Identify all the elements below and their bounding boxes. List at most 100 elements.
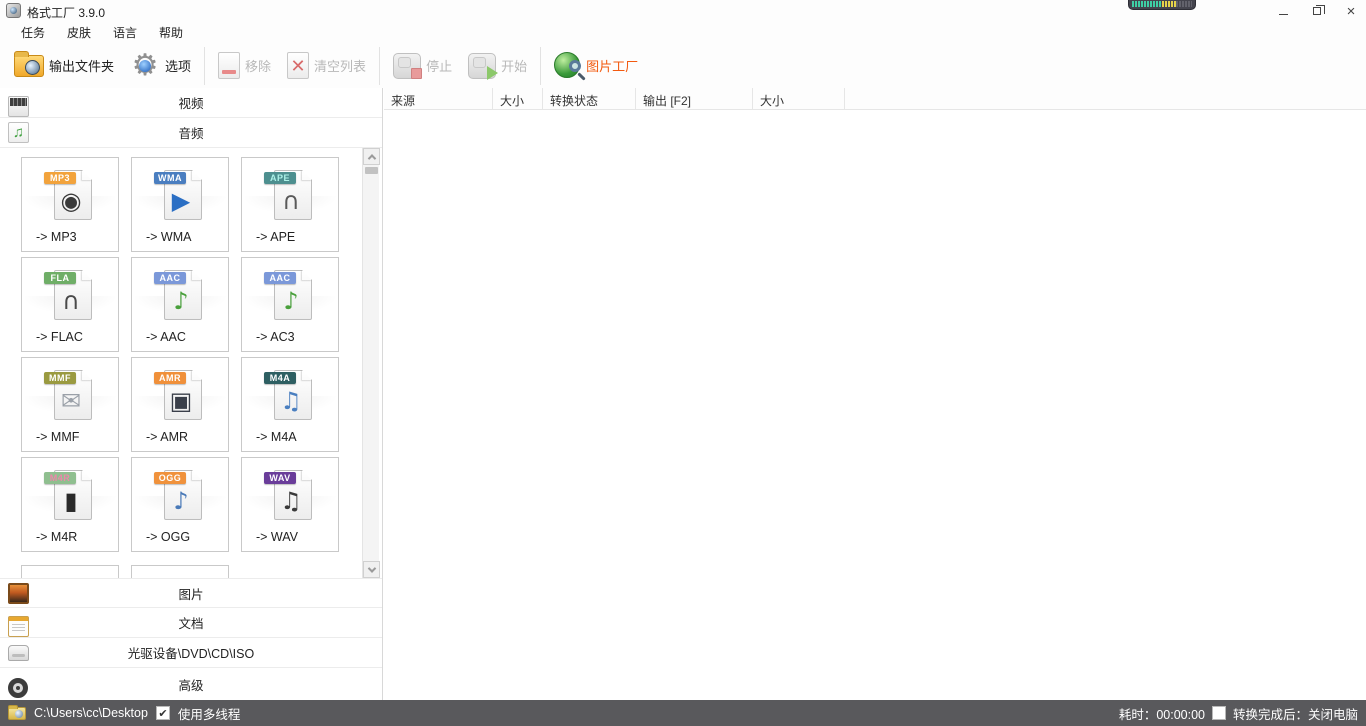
picture-factory-label: 图片工厂 — [586, 56, 638, 75]
task-list-header: 来源 大小 转换状态 输出 [F2] 大小 — [384, 88, 1366, 110]
format-card-m4a[interactable]: M4A ♫ -> M4A — [241, 357, 339, 452]
window-title: 格式工厂 3.9.0 — [27, 4, 105, 21]
section-video-label: 视频 — [0, 93, 382, 112]
format-grid-scrollbar[interactable] — [362, 148, 379, 578]
menu-bar: 任务 皮肤 语言 帮助 — [0, 22, 1366, 43]
menu-language[interactable]: 语言 — [102, 21, 148, 44]
clear-list-label: 清空列表 — [314, 56, 366, 75]
m4a-file-icon: M4A ♫ — [268, 368, 314, 424]
m4r-file-icon: M4R ▮ — [48, 468, 94, 524]
column-source[interactable]: 来源 — [384, 88, 493, 109]
options-button[interactable]: ⚙ 选项 — [122, 46, 199, 86]
title-bar: 格式工厂 3.9.0 × — [0, 0, 1366, 22]
picture-factory-button[interactable]: 图片工厂 — [546, 46, 646, 86]
remove-button: 移除 — [210, 46, 279, 86]
start-icon — [468, 53, 496, 79]
stop-icon — [393, 53, 421, 79]
format-card-partial[interactable] — [131, 565, 229, 578]
elapsed-time: 耗时：00:00:00 — [1119, 704, 1205, 723]
scroll-up-button[interactable] — [363, 148, 380, 165]
wma-file-icon: WMA ▶ — [158, 168, 204, 224]
format-card-ac3[interactable]: AAC ♪ -> AC3 — [241, 257, 339, 352]
remove-icon — [218, 52, 240, 79]
picture-factory-globe-icon — [554, 52, 581, 79]
flac-file-icon: FLA ∩ — [48, 268, 94, 324]
menu-task[interactable]: 任务 — [10, 21, 56, 44]
format-card-wma[interactable]: WMA ▶ -> WMA — [131, 157, 229, 252]
section-video[interactable]: 视频 — [0, 88, 382, 118]
chevron-down-icon — [367, 564, 375, 572]
format-card-label: -> MP3 — [36, 230, 77, 244]
section-advanced[interactable]: 高级 — [0, 668, 382, 700]
section-optical[interactable]: 光驱设备\DVD\CD\ISO — [0, 638, 382, 668]
format-card-ape[interactable]: APE ∩ -> APE — [241, 157, 339, 252]
toolbar-separator — [204, 47, 205, 85]
equalizer-bars-teal — [1132, 1, 1162, 7]
aac-file-icon: AAC ♪ — [158, 268, 204, 324]
section-picture-label: 图片 — [0, 584, 382, 603]
section-audio-label: 音频 — [0, 123, 382, 142]
audio-format-grid: MP3 ◉ -> MP3 WMA ▶ -> WMA APE ∩ — [0, 148, 362, 578]
ac3-file-icon: AAC ♪ — [268, 268, 314, 324]
clear-list-icon: ✕ — [287, 52, 309, 79]
multithread-label: 使用多线程 — [178, 704, 241, 723]
format-card-label: -> MMF — [36, 430, 79, 444]
stop-button: 停止 — [385, 46, 460, 86]
column-size[interactable]: 大小 — [493, 88, 543, 109]
wav-file-icon: WAV ♫ — [268, 468, 314, 524]
task-list-body — [384, 110, 1366, 700]
output-path-folder-icon[interactable] — [8, 707, 26, 720]
app-icon — [6, 3, 21, 18]
options-label: 选项 — [165, 56, 191, 75]
section-advanced-label: 高级 — [0, 675, 382, 694]
output-path: C:\Users\cc\Desktop — [34, 706, 148, 720]
format-card-amr[interactable]: AMR ▣ -> AMR — [131, 357, 229, 452]
format-card-wav[interactable]: WAV ♫ -> WAV — [241, 457, 339, 552]
format-card-label: -> WAV — [256, 530, 298, 544]
format-card-m4r[interactable]: M4R ▮ -> M4R — [21, 457, 119, 552]
format-card-label: -> FLAC — [36, 330, 83, 344]
column-size-2[interactable]: 大小 — [753, 88, 845, 109]
start-label: 开始 — [501, 56, 527, 75]
column-status[interactable]: 转换状态 — [543, 88, 636, 109]
format-card-label: -> APE — [256, 230, 295, 244]
mmf-file-icon: MMF ✉ — [48, 368, 94, 424]
format-card-mp3[interactable]: MP3 ◉ -> MP3 — [21, 157, 119, 252]
output-folder-button[interactable]: 输出文件夹 — [6, 46, 122, 86]
format-card-partial[interactable] — [21, 565, 119, 578]
options-gear-icon: ⚙ — [130, 51, 160, 81]
minimize-button[interactable] — [1274, 2, 1292, 20]
mp3-file-icon: MP3 ◉ — [48, 168, 94, 224]
section-document[interactable]: 文档 — [0, 608, 382, 638]
section-audio[interactable]: ♫ 音频 — [0, 118, 382, 148]
ape-file-icon: APE ∩ — [268, 168, 314, 224]
menu-help[interactable]: 帮助 — [148, 21, 194, 44]
minimize-icon — [1279, 14, 1288, 15]
restore-button[interactable] — [1308, 2, 1326, 20]
format-factory-window: 格式工厂 3.9.0 × 任务 皮肤 语言 帮助 输出文件夹 ⚙ 选项 — [0, 0, 1366, 726]
window-controls: × — [1274, 0, 1360, 22]
equalizer-bars-yellow — [1162, 1, 1176, 7]
format-card-label: -> M4A — [256, 430, 297, 444]
multithread-checkbox[interactable]: ✔ — [156, 706, 170, 720]
section-optical-label: 光驱设备\DVD\CD\ISO — [0, 643, 382, 662]
format-card-ogg[interactable]: OGG ♪ -> OGG — [131, 457, 229, 552]
shutdown-after-checkbox[interactable] — [1212, 706, 1226, 720]
close-button[interactable]: × — [1342, 2, 1360, 20]
format-card-label: -> WMA — [146, 230, 191, 244]
format-card-mmf[interactable]: MMF ✉ -> MMF — [21, 357, 119, 452]
scroll-down-button[interactable] — [363, 561, 380, 578]
format-card-flac[interactable]: FLA ∩ -> FLAC — [21, 257, 119, 352]
toolbar: 输出文件夹 ⚙ 选项 移除 ✕ 清空列表 停止 开始 图片工厂 — [0, 43, 1366, 88]
column-output[interactable]: 输出 [F2] — [636, 88, 753, 109]
output-folder-icon — [14, 55, 44, 77]
format-card-label: -> OGG — [146, 530, 190, 544]
format-card-label: -> AMR — [146, 430, 188, 444]
task-list: 来源 大小 转换状态 输出 [F2] 大小 — [384, 88, 1366, 700]
category-panel: 视频 ♫ 音频 MP3 ◉ -> MP3 WMA ▶ — [0, 88, 383, 700]
format-card-aac[interactable]: AAC ♪ -> AAC — [131, 257, 229, 352]
scrollbar-thumb[interactable] — [365, 167, 378, 174]
stop-label: 停止 — [426, 56, 452, 75]
menu-skin[interactable]: 皮肤 — [56, 21, 102, 44]
section-picture[interactable]: 图片 — [0, 578, 382, 608]
